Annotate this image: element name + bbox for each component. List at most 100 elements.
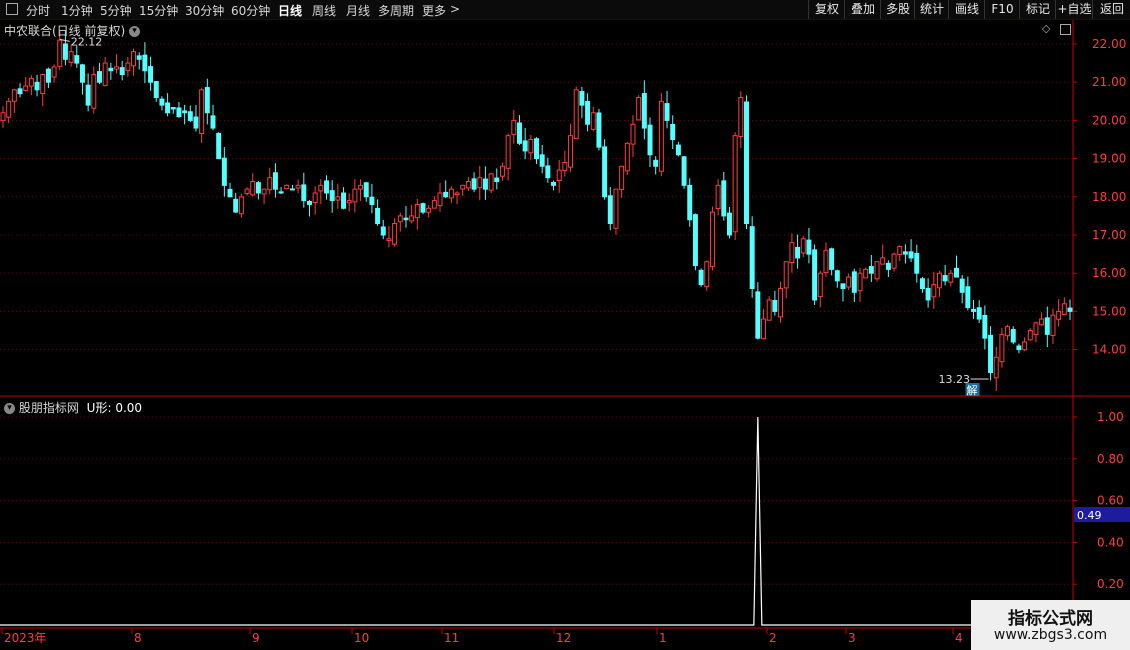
candle-body xyxy=(919,278,925,289)
candle-body xyxy=(891,253,897,269)
candle-body xyxy=(187,111,193,121)
candle-body xyxy=(68,51,74,63)
candle-body xyxy=(312,192,318,204)
candle-body xyxy=(499,165,505,177)
candle-body xyxy=(74,55,80,64)
candle-body xyxy=(692,214,698,267)
candle-body xyxy=(324,180,329,194)
candle-body xyxy=(800,238,806,254)
watermark-url: www.zbgs3.com xyxy=(993,627,1108,643)
diamond-icon[interactable]: ◇ xyxy=(1042,22,1050,35)
candle-body xyxy=(988,334,994,374)
candle-body xyxy=(766,299,772,321)
chevron-down-icon[interactable]: ▾ xyxy=(4,403,15,414)
indicator-value: U形: 0.00 xyxy=(86,401,143,415)
candle-body xyxy=(352,188,358,203)
candle-body xyxy=(414,203,420,219)
candle-body xyxy=(749,226,755,289)
candle-body xyxy=(1033,322,1039,335)
y-tick-label: 21.00 xyxy=(1092,75,1126,89)
candle-body xyxy=(380,226,386,236)
candle-body xyxy=(443,191,449,198)
candle-body xyxy=(590,112,596,130)
x-tick-label: 3 xyxy=(848,631,856,645)
candle-body xyxy=(795,246,801,259)
candle-body xyxy=(726,212,732,236)
candle-body xyxy=(789,242,795,264)
candle-body xyxy=(573,89,579,140)
candle-body xyxy=(1039,318,1045,326)
candle-body xyxy=(902,251,908,255)
candle-body xyxy=(965,286,971,309)
candle-body xyxy=(619,165,625,191)
candle-body xyxy=(318,184,324,192)
candle-body xyxy=(568,135,574,168)
candle-body xyxy=(392,223,398,245)
main-panel-title: 中农联合(日线 前复权) ▾ xyxy=(4,22,141,39)
candle-body xyxy=(301,184,307,202)
y-tick-label: 1.00 xyxy=(1097,410,1124,424)
candle-body xyxy=(812,249,818,301)
x-tick-label: 2023年 xyxy=(4,631,47,645)
candle-body xyxy=(57,39,63,67)
candle-body xyxy=(823,249,829,273)
candle-body xyxy=(216,132,222,160)
candle-body xyxy=(806,239,812,255)
y-tick-label: 15.00 xyxy=(1092,304,1126,318)
candle-body xyxy=(948,272,954,283)
candle-body xyxy=(471,178,477,190)
candle-body xyxy=(675,144,681,156)
candle-body xyxy=(397,215,403,223)
candle-body xyxy=(51,66,57,78)
indicator-axis: 1.00 0.80 0.60 0.40 0.20 0.49 xyxy=(1073,410,1130,591)
candle-body xyxy=(1027,330,1033,341)
candle-body xyxy=(79,64,85,83)
candle-body xyxy=(363,182,369,198)
candle-body xyxy=(954,267,959,278)
candle-body xyxy=(34,81,40,91)
candle-body xyxy=(210,115,216,129)
candle-body xyxy=(653,159,659,167)
candle-body xyxy=(931,284,937,298)
candle-body xyxy=(516,122,522,144)
candle-body xyxy=(772,300,778,312)
candle-body xyxy=(613,188,619,229)
candle-body xyxy=(1061,303,1067,315)
y-tick-label: 18.00 xyxy=(1092,190,1126,204)
candle-body xyxy=(238,196,244,215)
candle-body xyxy=(936,272,942,289)
candle-body xyxy=(971,308,977,312)
candle-body xyxy=(125,62,131,72)
candle-body xyxy=(829,248,835,270)
candle-body xyxy=(942,275,948,282)
candle-body xyxy=(431,200,437,209)
badge-label: 解 xyxy=(967,383,978,397)
candle-body xyxy=(732,135,738,233)
candle-body xyxy=(624,142,630,172)
x-tick-label: 10 xyxy=(354,631,369,645)
candle-body xyxy=(460,184,466,190)
candle-body xyxy=(863,268,869,279)
candle-body xyxy=(778,287,784,318)
candle-body xyxy=(982,314,988,339)
candle-body xyxy=(562,161,568,172)
candle-body xyxy=(221,157,227,186)
candle-body xyxy=(204,87,210,114)
chevron-down-icon[interactable]: ▾ xyxy=(129,26,141,37)
x-tick-label: 12 xyxy=(556,631,571,645)
candle-body xyxy=(482,178,488,190)
candle-body xyxy=(40,74,46,95)
candle-body xyxy=(261,188,267,195)
candle-body xyxy=(227,188,233,198)
candle-body xyxy=(528,139,534,154)
candle-body xyxy=(721,180,727,217)
candle-body xyxy=(62,43,68,60)
y-tick-label: 19.00 xyxy=(1092,152,1126,166)
candle-body xyxy=(114,66,119,70)
candlestick-chart[interactable]: 22.0021.0020.0019.0018.0017.0016.0015.00… xyxy=(0,0,1130,650)
indicator-grid xyxy=(0,416,1073,585)
window-icon[interactable] xyxy=(1059,23,1071,35)
candle-body xyxy=(272,172,278,190)
candle-body xyxy=(159,98,165,106)
candle-body xyxy=(295,184,301,189)
